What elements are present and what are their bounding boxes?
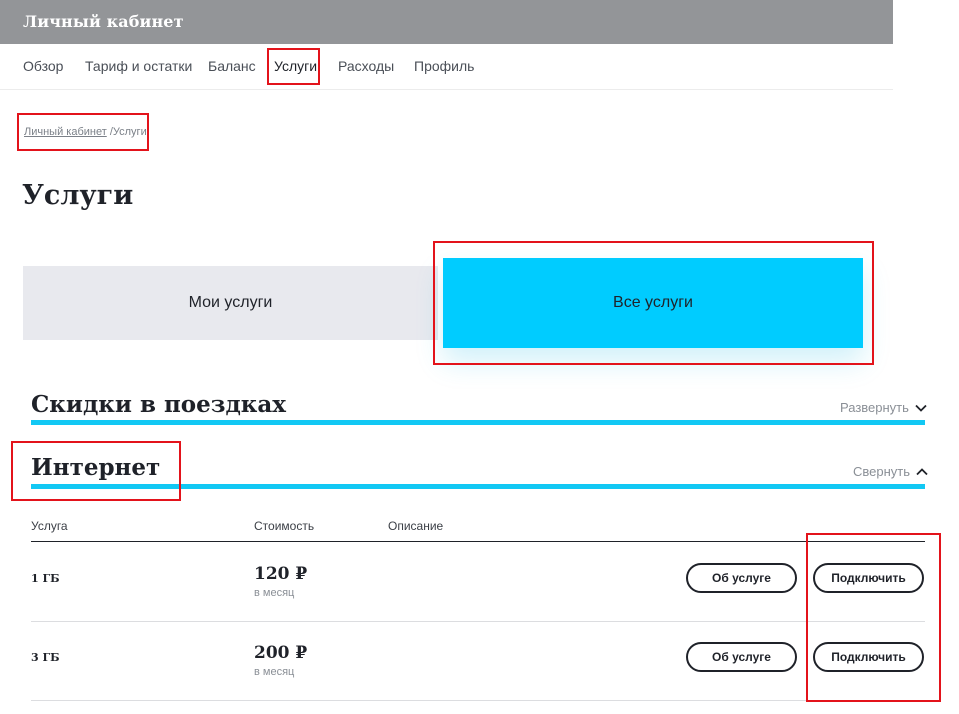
row-divider [31, 700, 925, 701]
collapse-toggle[interactable]: Свернуть [853, 464, 928, 479]
column-header-description: Описание [388, 519, 444, 533]
collapse-toggle-label: Свернуть [853, 464, 911, 479]
about-service-button[interactable]: Об услуге [686, 563, 797, 593]
page-title: Услуги [22, 180, 134, 211]
service-price: 120 ₽ [254, 564, 308, 584]
connect-label: Подключить [831, 571, 906, 585]
nav-item-services[interactable]: Услуги [274, 58, 317, 74]
section-title-internet: Интернет [31, 454, 161, 481]
section-divider-internet [31, 484, 925, 489]
connect-button[interactable]: Подключить [813, 642, 924, 672]
breadcrumb-link-account[interactable]: Личный кабинет [24, 126, 107, 138]
service-price: 200 ₽ [254, 643, 308, 663]
connect-label: Подключить [831, 650, 906, 664]
column-header-cost: Стоимость [254, 519, 315, 533]
top-nav: Обзор Тариф и остатки Баланс Услуги Расх… [0, 44, 893, 90]
tab-all-services-label: Все услуги [613, 294, 693, 311]
tab-my-services-label: Мои услуги [188, 294, 273, 311]
tab-all-services[interactable]: Все услуги [443, 258, 863, 348]
row-divider [31, 621, 925, 622]
table-header-rule [31, 541, 925, 542]
section-divider-trips [31, 420, 925, 425]
nav-item-tariff[interactable]: Тариф и остатки [85, 58, 192, 74]
about-service-label: Об услуге [712, 571, 771, 585]
chevron-down-icon [915, 404, 927, 412]
service-price-unit: в месяц [254, 587, 295, 599]
highlight-box-connect [806, 533, 941, 702]
service-price-unit: в месяц [254, 666, 295, 678]
app-header: Личный кабинет [0, 0, 893, 44]
about-service-label: Об услуге [712, 650, 771, 664]
nav-item-expenses[interactable]: Расходы [338, 58, 394, 74]
nav-item-balance[interactable]: Баланс [208, 58, 256, 74]
nav-item-overview[interactable]: Обзор [23, 58, 63, 74]
connect-button[interactable]: Подключить [813, 563, 924, 593]
nav-item-profile[interactable]: Профиль [414, 58, 474, 74]
section-title-trips: Скидки в поездках [31, 391, 287, 418]
about-service-button[interactable]: Об услуге [686, 642, 797, 672]
tab-my-services[interactable]: Мои услуги [23, 266, 438, 340]
chevron-up-icon [916, 467, 928, 475]
expand-toggle-label: Развернуть [840, 400, 909, 415]
expand-toggle[interactable]: Развернуть [840, 400, 927, 415]
breadcrumb: Личный кабинет /Услуги [24, 126, 147, 138]
breadcrumb-current: Услуги [112, 126, 147, 138]
service-name: 1 ГБ [31, 572, 60, 585]
app-title: Личный кабинет [23, 12, 184, 31]
column-header-service: Услуга [31, 519, 68, 533]
service-name: 3 ГБ [31, 651, 60, 664]
